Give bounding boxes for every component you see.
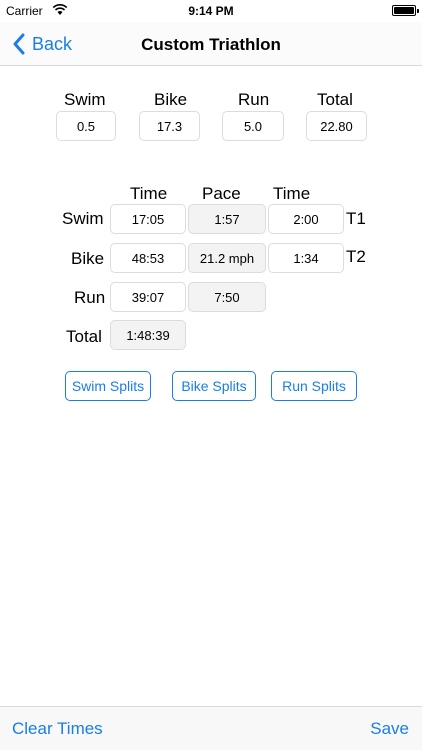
status-bar: Carrier 9:14 PM — [0, 0, 422, 22]
swim-time-field[interactable]: 17:05 — [110, 204, 186, 234]
t2-time-field[interactable]: 1:34 — [268, 243, 344, 273]
time-column-header: Time — [130, 184, 168, 203]
bike-splits-button[interactable]: Bike Splits — [172, 371, 256, 401]
swim-row-label: Swim — [62, 209, 104, 228]
bike-row-label: Bike — [71, 249, 105, 268]
battery-icon — [392, 5, 419, 16]
run-pace-field: 7:50 — [188, 282, 266, 312]
status-time: 9:14 PM — [188, 4, 234, 18]
total-row-label: Total — [66, 327, 102, 346]
bike-distance-header: Bike — [154, 90, 188, 109]
t2-label: T2 — [346, 247, 366, 266]
run-distance-header: Run — [238, 90, 270, 109]
run-time-field[interactable]: 39:07 — [110, 282, 186, 312]
t1-time-field[interactable]: 2:00 — [268, 204, 344, 234]
bike-pace-field: 21.2 mph — [188, 243, 266, 273]
run-distance-field[interactable]: 5.0 — [222, 111, 284, 141]
swim-splits-button[interactable]: Swim Splits — [65, 371, 151, 401]
save-button[interactable]: Save — [370, 719, 409, 739]
navigation-bar: Back Custom Triathlon — [0, 22, 422, 66]
total-distance-field: 22.80 — [306, 111, 367, 141]
swim-pace-field: 1:57 — [188, 204, 266, 234]
bottom-toolbar: Clear Times Save — [0, 706, 422, 750]
total-time-field: 1:48:39 — [110, 320, 186, 350]
t1-label: T1 — [346, 209, 366, 228]
swim-distance-header: Swim — [64, 90, 106, 109]
run-splits-button[interactable]: Run Splits — [271, 371, 357, 401]
clear-times-button[interactable]: Clear Times — [12, 719, 103, 739]
run-row-label: Run — [74, 288, 106, 307]
swim-distance-field[interactable]: 0.5 — [56, 111, 116, 141]
total-distance-header: Total — [317, 90, 353, 109]
page-title: Custom Triathlon — [141, 35, 281, 54]
bike-time-field[interactable]: 48:53 — [110, 243, 186, 273]
transition-column-header: Time — [273, 184, 311, 203]
bike-distance-field[interactable]: 17.3 — [139, 111, 200, 141]
pace-column-header: Pace — [202, 184, 241, 203]
